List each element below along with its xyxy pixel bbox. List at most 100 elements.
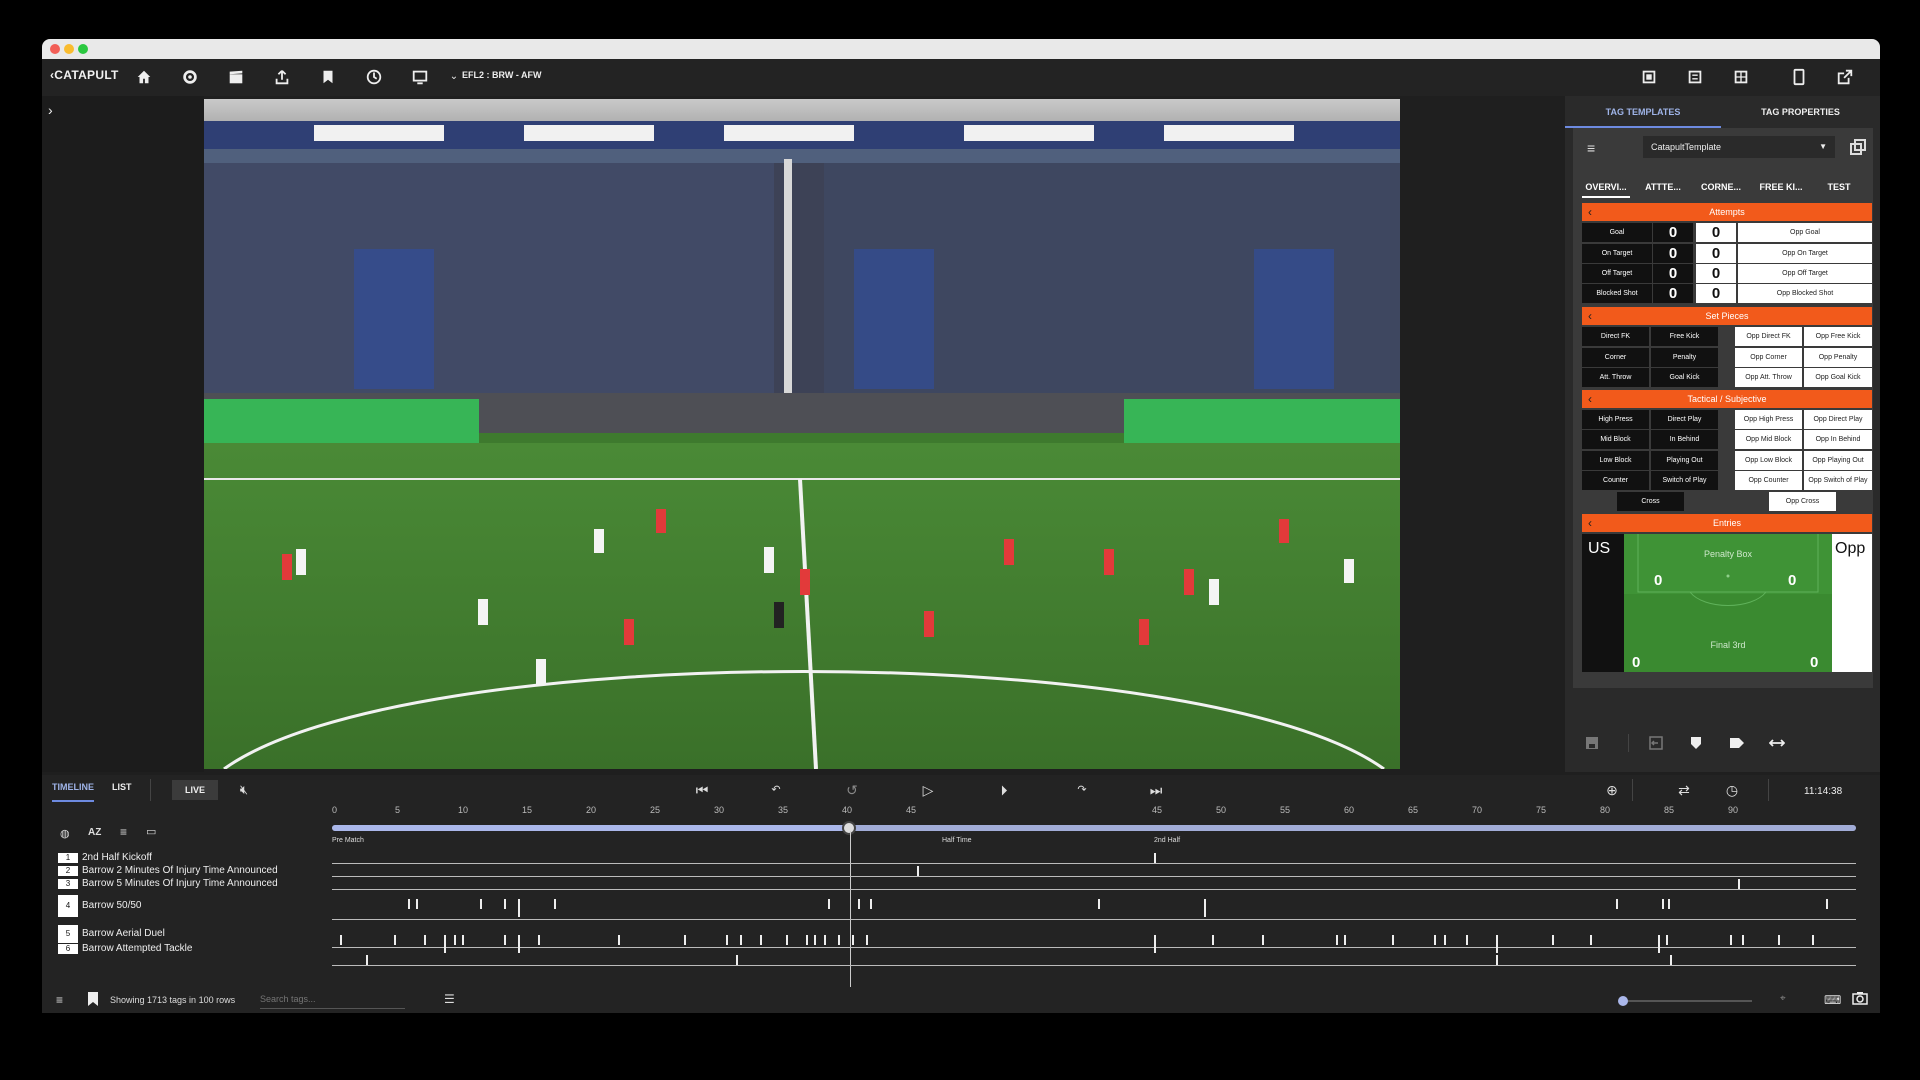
tag-marker[interactable]: [1826, 899, 1828, 909]
grid-view-icon[interactable]: [1729, 65, 1753, 89]
tag-opp-cross[interactable]: Opp Cross: [1769, 492, 1836, 511]
tag-marker[interactable]: [760, 935, 762, 945]
tag-opp-att-throw[interactable]: Opp Att. Throw: [1735, 368, 1802, 387]
tag-marker[interactable]: [538, 935, 540, 945]
tag-marker[interactable]: [1742, 935, 1744, 945]
tag-low-block[interactable]: Low Block: [1582, 451, 1649, 470]
tag-penalty[interactable]: Penalty: [1651, 348, 1718, 367]
tag-marker[interactable]: [1336, 935, 1338, 945]
tag-marker[interactable]: [1658, 935, 1660, 953]
link-icon[interactable]: [1768, 736, 1786, 750]
tag-off-target[interactable]: Off Target: [1582, 264, 1652, 283]
live-button[interactable]: LIVE: [172, 780, 218, 800]
tag-direct-fk[interactable]: Direct FK: [1582, 327, 1649, 346]
close-window-button[interactable]: [50, 44, 60, 54]
tag-marker[interactable]: [416, 899, 418, 909]
tag-blocked-shot[interactable]: Blocked Shot: [1582, 284, 1652, 303]
tag-opp-blocked-shot[interactable]: Opp Blocked Shot: [1738, 284, 1872, 303]
skip-forward-icon[interactable]: ⏭︎: [1146, 780, 1166, 800]
tag-marker[interactable]: [1812, 935, 1814, 945]
tag-opp-goal-kick[interactable]: Opp Goal Kick: [1804, 368, 1872, 387]
tag-opp-switch-of-play[interactable]: Opp Switch of Play: [1804, 471, 1872, 490]
tag-marker[interactable]: [394, 935, 396, 945]
step-forward-5-icon[interactable]: ↷: [1072, 780, 1092, 800]
tag-opp-penalty[interactable]: Opp Penalty: [1804, 348, 1872, 367]
tag-marker[interactable]: [736, 955, 738, 965]
row-label[interactable]: 3 Barrow 5 Minutes Of Injury Time Announc…: [58, 878, 278, 889]
tag-marker[interactable]: [1590, 935, 1592, 945]
tag-mid-block[interactable]: Mid Block: [1582, 430, 1649, 449]
tag-marker[interactable]: [1778, 935, 1780, 945]
bookmark-icon[interactable]: [86, 991, 100, 1007]
tag-opp-off-target[interactable]: Opp Off Target: [1738, 264, 1872, 283]
tag-marker[interactable]: [824, 935, 826, 945]
tag-marker[interactable]: [852, 935, 854, 945]
tag-marker[interactable]: [1668, 899, 1670, 909]
menu-icon[interactable]: ≡: [56, 993, 63, 1007]
zoom-slider-handle[interactable]: [1618, 996, 1628, 1006]
tag-marker[interactable]: [1392, 935, 1394, 945]
tag-opp-on-target[interactable]: Opp On Target: [1738, 244, 1872, 263]
tag-label-icon[interactable]: [1729, 736, 1745, 750]
tag-direct-play[interactable]: Direct Play: [1651, 410, 1718, 429]
tag-marker[interactable]: [340, 935, 342, 945]
tag-marker[interactable]: [858, 899, 860, 909]
tab-tag-properties[interactable]: TAG PROPERTIES: [1721, 96, 1880, 128]
marker-2nd-half[interactable]: 2nd Half: [1154, 837, 1180, 844]
video-player[interactable]: [204, 99, 1400, 769]
tablet-icon[interactable]: [1787, 65, 1811, 89]
tag-goal-kick[interactable]: Goal Kick: [1651, 368, 1718, 387]
tag-cross[interactable]: Cross: [1617, 492, 1684, 511]
clock-icon[interactable]: ◷: [1722, 780, 1742, 800]
location-icon[interactable]: ⌖: [1780, 993, 1786, 1004]
tag-marker[interactable]: [1154, 853, 1156, 863]
zoom-window-button[interactable]: [78, 44, 88, 54]
timeline-scrubber[interactable]: [332, 821, 1856, 835]
tag-marker[interactable]: [866, 935, 868, 945]
upload-icon[interactable]: [270, 65, 294, 89]
skip-back-icon[interactable]: ⏮︎: [692, 780, 712, 800]
filter-icon[interactable]: ☰: [444, 992, 455, 1006]
marker-half-time[interactable]: Half Time: [942, 837, 972, 844]
tag-opp-direct-fk[interactable]: Opp Direct FK: [1735, 327, 1802, 346]
template-select[interactable]: CatapultTemplate ▼: [1643, 136, 1835, 158]
tag-marker[interactable]: [1098, 899, 1100, 909]
tag-marker[interactable]: [814, 935, 816, 945]
tag-marker[interactable]: [870, 899, 872, 909]
bookmark-icon[interactable]: [316, 65, 340, 89]
menu-icon[interactable]: ≡: [1587, 140, 1595, 156]
tag-opp-high-press[interactable]: Opp High Press: [1735, 410, 1802, 429]
camera-icon[interactable]: [1852, 991, 1868, 1005]
entries-pitch[interactable]: Penalty Box 0 0 Final 3rd 0 0: [1624, 534, 1832, 672]
subtab-free-kicks[interactable]: FREE KI...: [1755, 182, 1807, 198]
tag-marker[interactable]: [806, 935, 808, 945]
playhead-handle[interactable]: [842, 821, 856, 835]
tag-marker[interactable]: [1212, 935, 1214, 945]
tag-marker[interactable]: [518, 935, 520, 953]
tag-marker[interactable]: [366, 955, 368, 965]
import-icon[interactable]: [1649, 736, 1663, 750]
tag-marker[interactable]: [917, 866, 919, 876]
subtab-overview[interactable]: OVERVI...: [1582, 182, 1630, 198]
tag-marker[interactable]: [1670, 955, 1672, 965]
marker-pre-match[interactable]: Pre Match: [332, 837, 364, 844]
tag-marker[interactable]: [518, 899, 520, 917]
tag-marker[interactable]: [740, 935, 742, 945]
tag-marker[interactable]: [726, 935, 728, 945]
tag-marker[interactable]: [1262, 935, 1264, 945]
loop-icon[interactable]: ⇄: [1674, 780, 1694, 800]
tag-marker[interactable]: [1496, 935, 1498, 953]
replay-icon[interactable]: ↺: [842, 780, 862, 800]
color-filter-icon[interactable]: ◍: [60, 827, 70, 840]
tag-marker[interactable]: [554, 899, 556, 909]
list-view-icon[interactable]: [1683, 65, 1707, 89]
step-back-5-icon[interactable]: ↶: [766, 780, 786, 800]
tag-switch-of-play[interactable]: Switch of Play: [1651, 471, 1718, 490]
row-label[interactable]: 5 Barrow Aerial Duel: [58, 925, 165, 943]
tag-in-behind[interactable]: In Behind: [1651, 430, 1718, 449]
filter-settings-icon[interactable]: ▭: [146, 825, 156, 838]
subtab-corners[interactable]: CORNE...: [1697, 182, 1745, 198]
tag-opp-goal[interactable]: Opp Goal: [1738, 223, 1872, 242]
tag-marker[interactable]: [618, 935, 620, 945]
tag-marker[interactable]: [408, 899, 410, 909]
